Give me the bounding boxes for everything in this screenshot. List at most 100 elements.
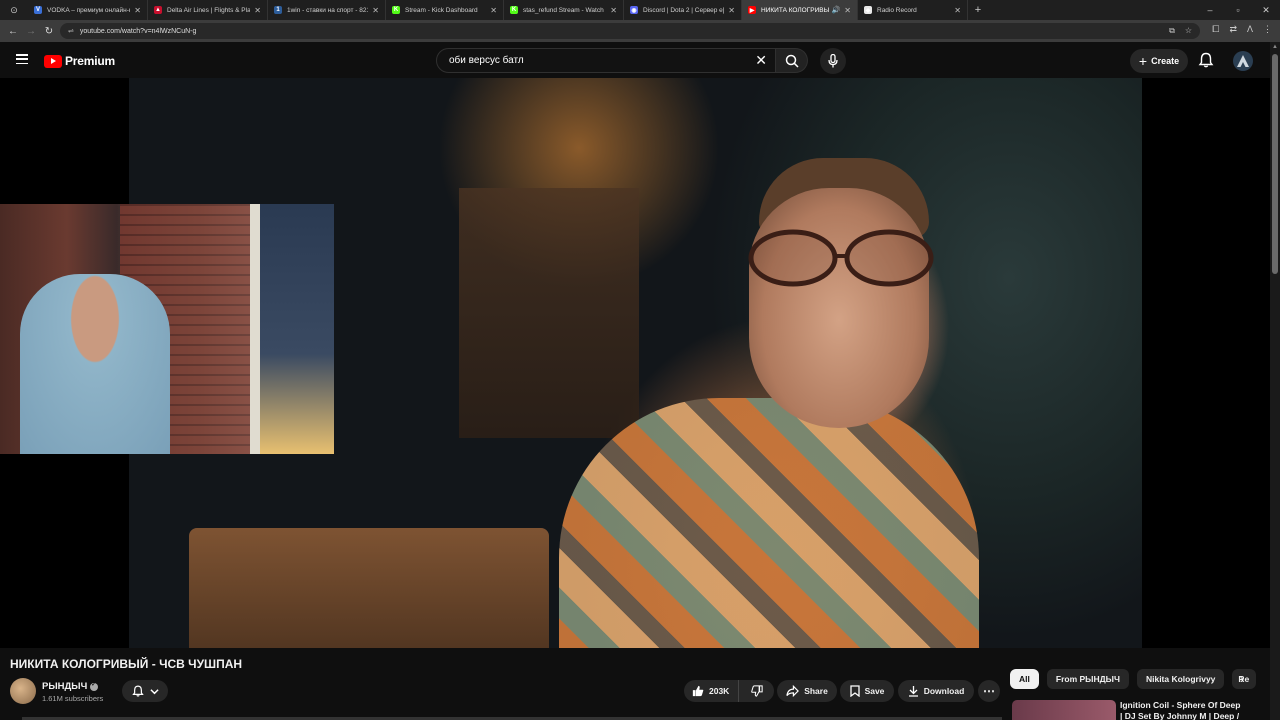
search-query: оби версус батл	[449, 55, 524, 66]
forward-icon[interactable]: →	[22, 26, 40, 37]
browser-tab[interactable]: Kstas_refund Stream - Watch Live ✕	[504, 0, 624, 20]
channel-name[interactable]: РЫНДЫЧ	[42, 681, 99, 692]
recommendation-title[interactable]: Ignition Coil - Sphere Of Deep | DJ Set …	[1120, 700, 1245, 720]
page-scrollbar[interactable]: ▲	[1270, 42, 1280, 720]
menu-icon[interactable]	[16, 54, 28, 64]
subscribed-bell-button[interactable]	[122, 680, 168, 702]
filter-chip[interactable]: Nikita Kologrivyy	[1136, 669, 1225, 689]
like-button[interactable]: 203K	[684, 680, 739, 702]
tab-audio-icon[interactable]: 🔊	[832, 6, 841, 14]
notifications-bell-icon[interactable]	[1198, 52, 1214, 68]
browser-tab-strip: ⊙ V VODKA – премиум онлайн-ка ✕ ▲ Delta Air …	[0, 0, 1280, 20]
save-bookmark-icon	[849, 685, 860, 697]
close-tab-icon[interactable]: ✕	[728, 6, 735, 15]
microphone-icon	[828, 54, 838, 68]
clear-search-icon[interactable]: ✕	[755, 52, 767, 69]
filter-chip[interactable]: All	[1010, 669, 1039, 689]
chevron-down-icon	[149, 688, 159, 694]
scroll-up-icon[interactable]: ▲	[1272, 44, 1278, 50]
voice-search-button[interactable]	[820, 48, 846, 74]
reload-icon[interactable]: ↻	[40, 26, 58, 37]
address-bar-row: ← → ↻ ⇌ youtube.com/watch?v=n4lWzNCuN-g …	[0, 20, 1280, 42]
url-input[interactable]: ⇌ youtube.com/watch?v=n4lWzNCuN-g ⧉ ☆	[60, 23, 1200, 39]
like-dislike-group: 203K	[684, 680, 774, 702]
browser-menu-icon[interactable]: ⋮	[1263, 24, 1272, 35]
browser-tab[interactable]: ▶ НИКИТА КОЛОГРИВЫЙ -🔊✕	[742, 0, 858, 20]
thumbs-up-icon	[692, 685, 704, 697]
translate-icon[interactable]: ⇄	[1229, 24, 1237, 35]
subscriber-count: 1.61M subscribers	[42, 694, 104, 703]
thumbs-down-icon	[750, 685, 763, 697]
tab-favicon-icon: ▲	[154, 6, 162, 14]
close-tab-icon[interactable]: ✕	[134, 6, 141, 15]
filter-chip[interactable]: From РЫНДЫЧ	[1046, 669, 1129, 689]
close-tab-icon[interactable]: ✕	[372, 6, 379, 15]
extensions-icon[interactable]: ⧠	[1212, 24, 1219, 35]
youtube-logo[interactable]: Premium	[44, 54, 115, 68]
dislike-button[interactable]	[739, 685, 774, 697]
profile-icon[interactable]: Ʌ	[1247, 24, 1253, 35]
close-tab-icon[interactable]: ✕	[954, 6, 961, 15]
filter-chip[interactable]: Re	[1232, 669, 1257, 689]
extensions-area: ⧠ ⇄ Ʌ ⋮	[1212, 24, 1272, 35]
tab-title: VODKA – премиум онлайн-ка	[47, 6, 131, 14]
more-actions-button[interactable]: ⋯	[978, 680, 1000, 702]
scrollbar-thumb[interactable]	[1272, 54, 1278, 274]
open-external-icon[interactable]: ⧉	[1169, 26, 1175, 36]
tab-title: 1win - ставки на спорт - 82188	[287, 6, 368, 14]
youtube-header: Premium оби версус батл ✕ + Create	[0, 42, 1280, 78]
tab-favicon-icon: ◆	[864, 6, 872, 14]
share-button[interactable]: Share	[777, 680, 837, 702]
avatar-logo-icon	[1237, 55, 1249, 67]
create-button[interactable]: + Create	[1130, 49, 1188, 73]
create-label: Create	[1151, 56, 1180, 66]
close-window-icon[interactable]: ✕	[1252, 0, 1280, 20]
channel-name-text: РЫНДЫЧ	[42, 681, 88, 692]
close-tab-icon[interactable]: ✕	[490, 6, 497, 15]
save-label: Save	[864, 686, 885, 696]
chevron-right-icon[interactable]: ›	[1240, 672, 1244, 686]
recommendation-filter-chips: All From РЫНДЫЧ Nikita Kologrivyy Re	[1010, 669, 1257, 689]
recommendation-thumbnail[interactable]	[1012, 700, 1116, 720]
browser-tab[interactable]: ◆ Radio Record ✕	[858, 0, 968, 20]
account-avatar[interactable]	[1233, 51, 1253, 71]
window-controls: – ▫ ✕	[1196, 0, 1280, 20]
video-title: НИКИТА КОЛОГРИВЫЙ - ЧСВ ЧУШПАН	[10, 657, 243, 671]
plus-icon: +	[1138, 53, 1148, 69]
bookmark-star-icon[interactable]: ☆	[1185, 26, 1192, 36]
save-button[interactable]: Save	[840, 680, 894, 702]
share-arrow-icon	[786, 685, 800, 697]
browser-tab[interactable]: ▲ Delta Air Lines | Flights & Plane ✕	[148, 0, 268, 20]
tab-favicon-icon: ▶	[748, 6, 756, 14]
tab-title: Radio Record	[877, 6, 917, 14]
browser-tab[interactable]: 1 1win - ставки на спорт - 82188 ✕	[268, 0, 386, 20]
close-tab-icon[interactable]: ✕	[610, 6, 617, 15]
maximize-icon[interactable]: ▫	[1224, 0, 1252, 20]
youtube-play-icon	[44, 54, 62, 68]
url-text: youtube.com/watch?v=n4lWzNCuN-g	[79, 27, 197, 35]
search-button[interactable]	[776, 48, 808, 73]
minimize-icon[interactable]: –	[1196, 0, 1224, 20]
back-icon[interactable]: ←	[4, 26, 22, 37]
tab-title: Stream - Kick Dashboard	[405, 6, 478, 14]
video-player[interactable]	[0, 78, 1270, 648]
new-tab-button[interactable]: +	[968, 4, 988, 16]
download-button[interactable]: Download	[898, 680, 974, 702]
browser-tab[interactable]: ◉ Discord | Dota 2 | Сервер е[L]о✕	[624, 0, 742, 20]
download-label: Download	[923, 686, 965, 696]
tab-title: Delta Air Lines | Flights & Plane	[167, 6, 251, 14]
channel-avatar[interactable]	[10, 678, 36, 704]
bell-icon	[131, 685, 144, 697]
more-horizontal-icon: ⋯	[983, 684, 995, 698]
tab-favicon-icon: V	[34, 6, 42, 14]
tab-title: Discord | Dota 2 | Сервер е[L]о	[643, 6, 725, 14]
close-tab-icon[interactable]: ✕	[254, 6, 261, 15]
tab-title: stas_refund Stream - Watch Live	[523, 6, 606, 14]
browser-tab[interactable]: V VODKA – премиум онлайн-ка ✕	[28, 0, 148, 20]
close-tab-icon[interactable]: ✕	[844, 6, 851, 15]
tab-favicon-icon: ◉	[630, 6, 638, 14]
tab-search-icon[interactable]: ⊙	[0, 0, 28, 20]
site-info-icon[interactable]: ⇌	[68, 27, 74, 35]
search-input[interactable]: оби версус батл ✕	[436, 48, 776, 73]
browser-tab[interactable]: K Stream - Kick Dashboard ✕	[386, 0, 504, 20]
